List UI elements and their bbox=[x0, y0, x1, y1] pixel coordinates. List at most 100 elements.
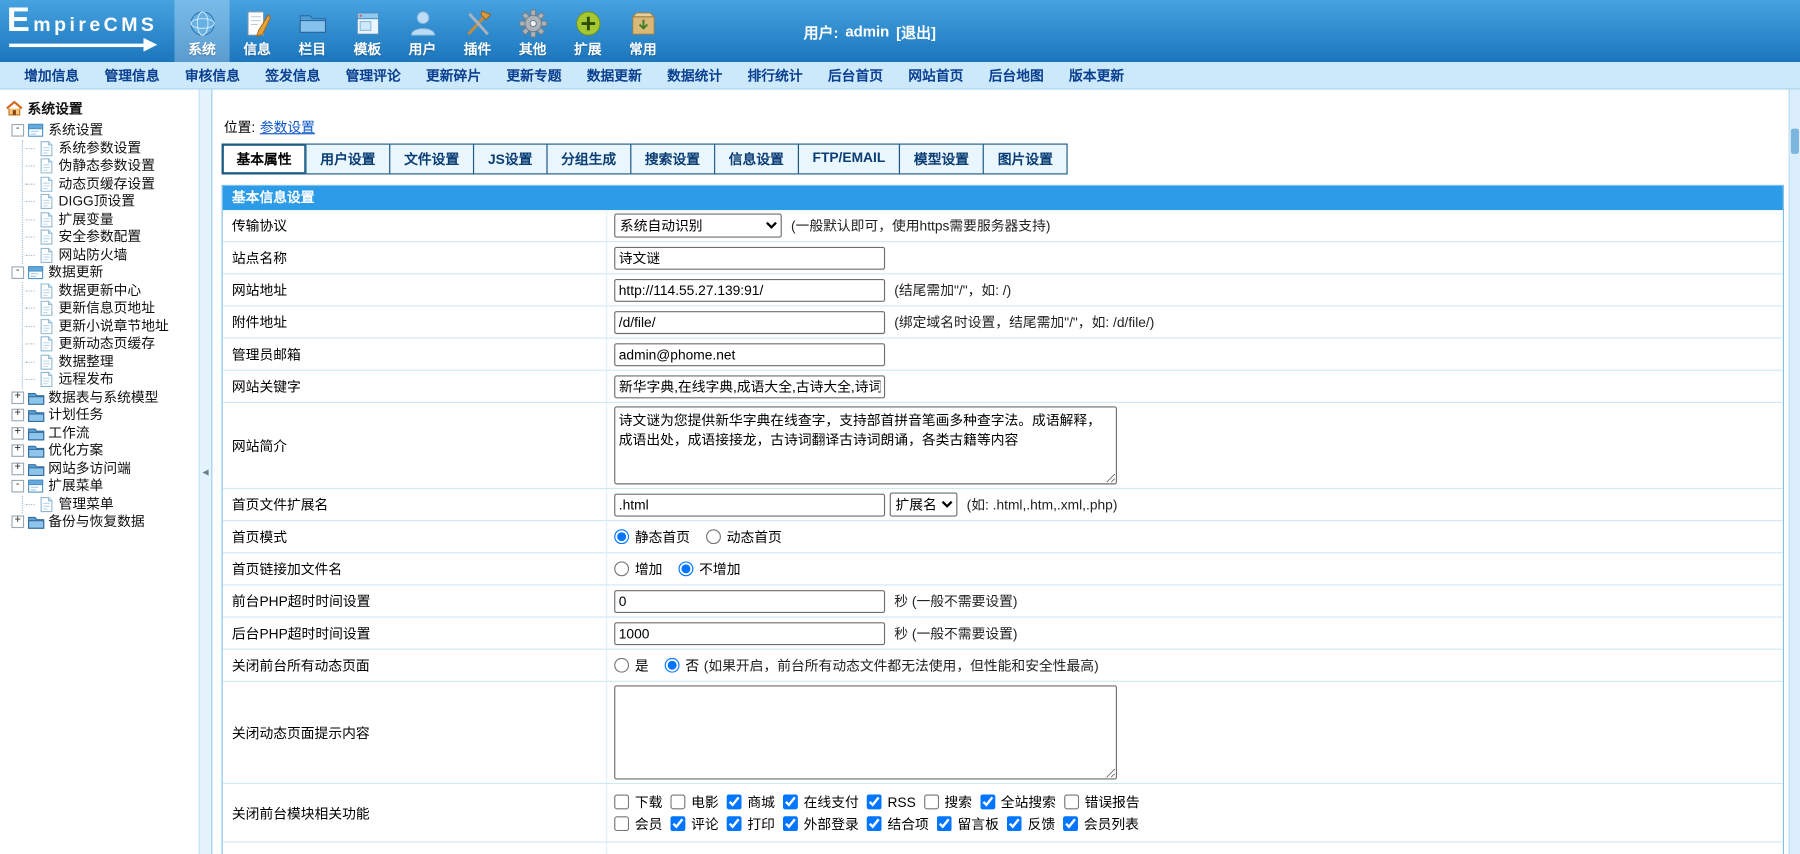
checkbox-option[interactable]: RSS bbox=[866, 794, 916, 810]
subnav-admin-map[interactable]: 后台地图 bbox=[976, 65, 1056, 85]
checkbox-option[interactable]: 全站搜索 bbox=[980, 792, 1056, 812]
tree-node-scheduled-tasks[interactable]: + 计划任务 bbox=[11, 406, 198, 424]
top-menu-other[interactable]: 其他 bbox=[505, 0, 560, 62]
tree-leaf[interactable]: 数据整理 bbox=[25, 353, 198, 371]
checkbox-option[interactable]: 反馈 bbox=[1006, 814, 1055, 834]
subnav-version-update[interactable]: 版本更新 bbox=[1056, 65, 1136, 85]
site-description-textarea[interactable] bbox=[614, 406, 1118, 485]
tab-basic[interactable]: 基本属性 bbox=[221, 143, 307, 175]
close-modules-checkbox[interactable] bbox=[726, 794, 742, 810]
top-menu-column[interactable]: 栏目 bbox=[285, 0, 340, 62]
subnav-update-fragments[interactable]: 更新碎片 bbox=[413, 65, 493, 85]
tree-leaf[interactable]: 动态页缓存设置 bbox=[25, 175, 198, 193]
close-modules-checkbox[interactable] bbox=[1063, 816, 1079, 832]
checkbox-option[interactable]: 外部登录 bbox=[782, 814, 859, 834]
checkbox-option[interactable]: 打印 bbox=[726, 814, 775, 834]
tree-node-multi-access[interactable]: + 网站多访问端 bbox=[11, 460, 198, 478]
expand-node-icon[interactable]: + bbox=[11, 408, 25, 422]
checkbox-option[interactable]: 下载 bbox=[614, 792, 662, 812]
top-menu-user[interactable]: 用户 bbox=[395, 0, 450, 62]
close-modules-checkbox[interactable] bbox=[726, 816, 742, 832]
subnav-add-info[interactable]: 增加信息 bbox=[11, 65, 91, 85]
expand-node-icon[interactable]: + bbox=[11, 426, 25, 440]
subnav-update-topics[interactable]: 更新专题 bbox=[494, 65, 574, 85]
collapse-node-icon[interactable]: - bbox=[11, 480, 25, 493]
radio-option[interactable]: 静态首页 bbox=[614, 527, 690, 547]
close-modules-checkbox[interactable] bbox=[866, 794, 882, 810]
tree-leaf[interactable]: 更新小说章节地址 bbox=[25, 317, 198, 335]
tree-node-extend-menu[interactable]: - 扩展菜单 bbox=[11, 478, 198, 496]
expand-node-icon[interactable]: + bbox=[11, 391, 25, 404]
tab-file-settings[interactable]: 文件设置 bbox=[389, 143, 475, 175]
close-modules-checkbox[interactable] bbox=[936, 816, 952, 832]
front-php-timeout-input[interactable] bbox=[614, 589, 886, 613]
expand-node-icon[interactable]: + bbox=[11, 462, 25, 475]
close-modules-checkbox[interactable] bbox=[1063, 794, 1079, 810]
tree-leaf[interactable]: 数据更新中心 bbox=[25, 282, 198, 300]
index-mode-radio[interactable] bbox=[706, 529, 721, 545]
tab-search-settings[interactable]: 搜索设置 bbox=[629, 143, 715, 175]
tree-node-data-update[interactable]: - 数据更新 bbox=[11, 264, 198, 282]
checkbox-option[interactable]: 留言板 bbox=[936, 814, 999, 834]
sidebar-splitter[interactable]: ◄ bbox=[198, 89, 213, 854]
site-keywords-input[interactable] bbox=[614, 374, 886, 398]
tree-node-system-settings[interactable]: - 系统设置 bbox=[11, 122, 198, 140]
index-mode-radio[interactable] bbox=[614, 529, 630, 545]
subnav-data-update[interactable]: 数据更新 bbox=[574, 65, 654, 85]
site-name-input[interactable] bbox=[614, 246, 886, 270]
top-menu-plugin[interactable]: 插件 bbox=[450, 0, 505, 62]
radio-option[interactable]: 否 bbox=[664, 656, 699, 676]
subnav-admin-home[interactable]: 后台首页 bbox=[815, 65, 895, 85]
radio-option[interactable]: 增加 bbox=[614, 559, 662, 579]
tab-info-settings[interactable]: 信息设置 bbox=[713, 143, 799, 175]
content-scrollbar[interactable] bbox=[1788, 89, 1800, 854]
tree-node-optimization[interactable]: + 优化方案 bbox=[11, 442, 198, 460]
top-menu-extend[interactable]: 扩展 bbox=[560, 0, 615, 62]
index-link-filename-radio[interactable] bbox=[614, 561, 630, 577]
tree-leaf[interactable]: 扩展变量 bbox=[25, 211, 198, 229]
expand-node-icon[interactable]: + bbox=[11, 515, 25, 529]
site-url-input[interactable] bbox=[614, 278, 886, 302]
tree-leaf[interactable]: 伪静态参数设置 bbox=[25, 157, 198, 175]
expand-node-icon[interactable]: + bbox=[11, 444, 25, 458]
close-modules-checkbox[interactable] bbox=[782, 816, 798, 832]
scrollbar-thumb[interactable] bbox=[1790, 128, 1799, 154]
tree-leaf[interactable]: 系统参数设置 bbox=[25, 139, 198, 157]
close-modules-checkbox[interactable] bbox=[670, 794, 686, 810]
admin-email-input[interactable] bbox=[614, 342, 886, 366]
top-menu-common[interactable]: 常用 bbox=[615, 0, 670, 62]
tree-leaf[interactable]: 管理菜单 bbox=[25, 495, 198, 513]
subnav-site-home[interactable]: 网站首页 bbox=[896, 65, 976, 85]
checkbox-option[interactable]: 错误报告 bbox=[1063, 792, 1140, 812]
checkbox-option[interactable]: 会员 bbox=[614, 814, 662, 834]
close-modules-checkbox[interactable] bbox=[980, 794, 996, 810]
collapse-arrow-icon[interactable]: ◄ bbox=[200, 466, 210, 477]
checkbox-option[interactable]: 会员列表 bbox=[1063, 814, 1139, 834]
logout-link[interactable]: [退出] bbox=[896, 20, 936, 42]
checkbox-option[interactable]: 电影 bbox=[670, 792, 719, 812]
attachment-url-input[interactable] bbox=[614, 310, 886, 334]
close-modules-checkbox[interactable] bbox=[923, 794, 939, 810]
index-ext-select[interactable]: 扩展名 bbox=[889, 492, 958, 517]
index-ext-input[interactable] bbox=[614, 493, 886, 517]
collapse-node-icon[interactable]: - bbox=[11, 124, 25, 137]
tree-node-backup-restore[interactable]: + 备份与恢复数据 bbox=[11, 513, 198, 531]
subnav-data-stats[interactable]: 数据统计 bbox=[655, 65, 735, 85]
close-modules-checkbox[interactable] bbox=[782, 794, 798, 810]
tree-node-tables-models[interactable]: + 数据表与系统模型 bbox=[11, 389, 198, 407]
protocol-select[interactable]: 系统自动识别 bbox=[614, 213, 782, 238]
subnav-manage-comments[interactable]: 管理评论 bbox=[333, 65, 413, 85]
tree-leaf[interactable]: 更新动态页缓存 bbox=[25, 335, 198, 353]
top-menu-info[interactable]: 信息 bbox=[230, 0, 285, 62]
close-modules-checkbox[interactable] bbox=[614, 816, 630, 832]
tree-leaf[interactable]: 更新信息页地址 bbox=[25, 300, 198, 318]
tab-ftp-email[interactable]: FTP/EMAIL bbox=[797, 143, 901, 175]
checkbox-option[interactable]: 商城 bbox=[726, 792, 775, 812]
checkbox-option[interactable]: 结合项 bbox=[866, 814, 929, 834]
top-menu-system[interactable]: 系统 bbox=[174, 0, 230, 62]
tree-node-workflow[interactable]: + 工作流 bbox=[11, 424, 198, 442]
radio-option[interactable]: 是 bbox=[614, 656, 649, 676]
subnav-sign-info[interactable]: 签发信息 bbox=[253, 65, 333, 85]
tree-leaf[interactable]: 网站防火墙 bbox=[25, 246, 198, 264]
tab-user-settings[interactable]: 用户设置 bbox=[305, 143, 391, 175]
